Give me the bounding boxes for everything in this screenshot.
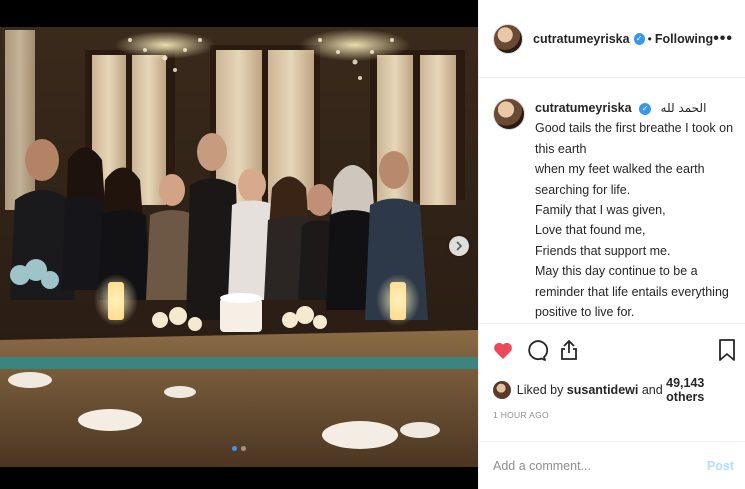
heart-icon[interactable] [491,338,515,362]
post-side-panel: cutratumeyriska ✓ • Following ••• cutrat… [478,0,745,489]
caption-arabic-text: الحمد لله [660,101,707,115]
caption-avatar[interactable] [493,98,525,130]
avatar[interactable] [493,23,523,54]
caption-line: May this day continue to be a [535,264,698,279]
post-timestamp[interactable]: 1 HOUR AGO [493,410,549,420]
caption: cutratumeyriska ✓ الحمد لله Good tails t… [493,98,738,320]
verified-badge-icon: ✓ [633,32,645,45]
post-comment-button[interactable]: Post [707,459,734,473]
caption-line: Love that found me, [535,223,646,238]
bookmark-icon[interactable] [715,338,739,362]
caption-line: positive to live for. [535,305,635,320]
caption-username-link[interactable]: cutratumeyriska [535,101,632,115]
post-header: cutratumeyriska ✓ • Following ••• [479,0,745,78]
comment-input[interactable] [493,458,693,473]
verified-badge-icon: ✓ [639,102,652,115]
likes-count-link[interactable]: 49,143 others [666,376,745,404]
caption-line: Good tails the first breathe I took on [535,121,734,136]
caption-line: Family that I was given, [535,203,666,218]
following-button[interactable]: Following [655,32,713,46]
share-icon[interactable] [557,338,581,362]
more-options-icon[interactable]: ••• [713,30,733,48]
action-bar [479,323,745,383]
caption-line: when my feet walked the earth [535,162,705,177]
party-photo-image [0,0,478,489]
carousel-indicator [0,446,478,451]
caption-line: reminder that life entails everything [535,284,729,299]
caption-text: cutratumeyriska ✓ الحمد لله Good tails t… [535,98,733,320]
likes-summary: Liked by susantidewi and 49,143 others [493,376,745,404]
likes-prefix: Liked by [516,383,567,397]
post-photo[interactable] [0,0,478,489]
username-link[interactable]: cutratumeyriska [533,32,630,46]
caption-line: Friends that support me. [535,243,671,258]
comment-icon[interactable] [524,338,548,362]
liker-avatar[interactable] [493,381,511,399]
liker-username-link[interactable]: susantidewi [567,383,639,397]
caption-line: searching for life. [535,182,631,197]
separator-dot: • [647,31,652,46]
carousel-dot [241,446,246,451]
next-slide-button[interactable] [449,236,469,256]
likes-middle: and [638,383,667,397]
comment-bar: Post [479,441,745,489]
chevron-right-icon [456,241,463,251]
caption-line: this earth [535,141,587,156]
carousel-dot-active [232,446,237,451]
